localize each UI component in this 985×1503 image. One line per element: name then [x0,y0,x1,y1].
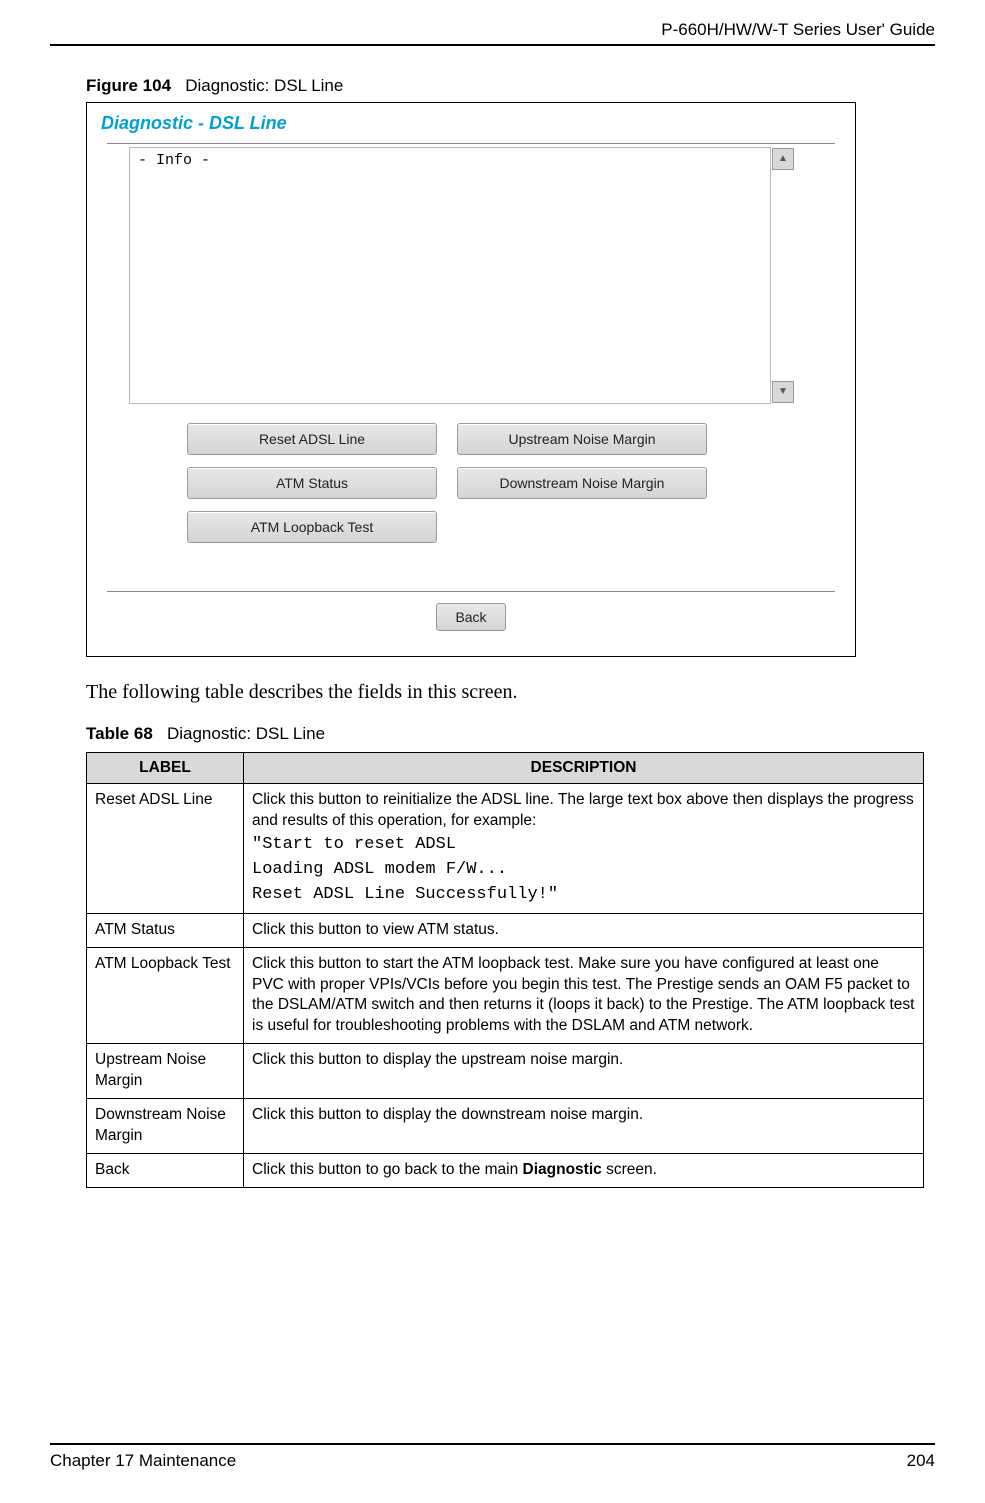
cell-label: ATM Status [87,913,244,947]
cell-desc: Click this button to display the downstr… [244,1099,924,1154]
figure-title: Diagnostic: DSL Line [185,76,343,95]
divider [107,143,835,144]
upstream-noise-button[interactable]: Upstream Noise Margin [457,423,707,455]
cell-label: Upstream Noise Margin [87,1044,244,1099]
panel-title: Diagnostic - DSL Line [101,113,841,134]
cell-desc: Click this button to display the upstrea… [244,1044,924,1099]
col-header-description: DESCRIPTION [244,753,924,784]
button-grid: Reset ADSL Line Upstream Noise Margin AT… [187,423,747,555]
info-textarea[interactable]: - Info - ▲ ▼ [129,147,771,404]
figure-caption: Figure 104 Diagnostic: DSL Line [86,76,935,96]
intro-text: The following table describes the fields… [86,681,935,704]
atm-status-button[interactable]: ATM Status [187,467,437,499]
cell-desc: Click this button to go back to the main… [244,1153,924,1187]
screenshot-panel: Diagnostic - DSL Line - Info - ▲ ▼ Reset… [86,102,856,657]
footer: Chapter 17 Maintenance 204 [50,1443,935,1471]
info-text: - Info - [130,148,770,173]
cell-label: Back [87,1153,244,1187]
table-caption: Table 68 Diagnostic: DSL Line [86,724,935,744]
cell-desc: Click this button to view ATM status. [244,913,924,947]
cell-label: Downstream Noise Margin [87,1099,244,1154]
table-row: Reset ADSL Line Click this button to rei… [87,784,924,914]
desc-text: Click this button to go back to the main [252,1161,523,1178]
table-title: Diagnostic: DSL Line [167,724,325,743]
footer-chapter: Chapter 17 Maintenance [50,1451,236,1471]
table-label: Table 68 [86,724,153,743]
cell-label: ATM Loopback Test [87,947,244,1044]
cell-desc: Click this button to start the ATM loopb… [244,947,924,1044]
code-line: Loading ADSL modem F/W... [252,859,915,882]
col-header-label: LABEL [87,753,244,784]
scroll-up-icon[interactable]: ▲ [772,148,794,170]
scroll-down-icon[interactable]: ▼ [772,381,794,403]
desc-text: screen. [602,1161,657,1178]
table-row: Downstream Noise Margin Click this butto… [87,1099,924,1154]
header-guide-title: P-660H/HW/W-T Series User' Guide [50,20,935,46]
back-button[interactable]: Back [436,603,506,631]
description-table: LABEL DESCRIPTION Reset ADSL Line Click … [86,752,924,1188]
figure-label: Figure 104 [86,76,171,95]
cell-label: Reset ADSL Line [87,784,244,914]
table-row: ATM Status Click this button to view ATM… [87,913,924,947]
desc-text: Click this button to reinitialize the AD… [252,791,914,829]
atm-loopback-button[interactable]: ATM Loopback Test [187,511,437,543]
cell-desc: Click this button to reinitialize the AD… [244,784,924,914]
code-line: "Start to reset ADSL [252,834,915,857]
divider [107,591,835,592]
desc-bold: Diagnostic [523,1161,602,1178]
table-row: Back Click this button to go back to the… [87,1153,924,1187]
table-row: Upstream Noise Margin Click this button … [87,1044,924,1099]
downstream-noise-button[interactable]: Downstream Noise Margin [457,467,707,499]
table-row: ATM Loopback Test Click this button to s… [87,947,924,1044]
reset-adsl-button[interactable]: Reset ADSL Line [187,423,437,455]
code-line: Reset ADSL Line Successfully!" [252,884,915,907]
footer-page: 204 [907,1451,935,1471]
